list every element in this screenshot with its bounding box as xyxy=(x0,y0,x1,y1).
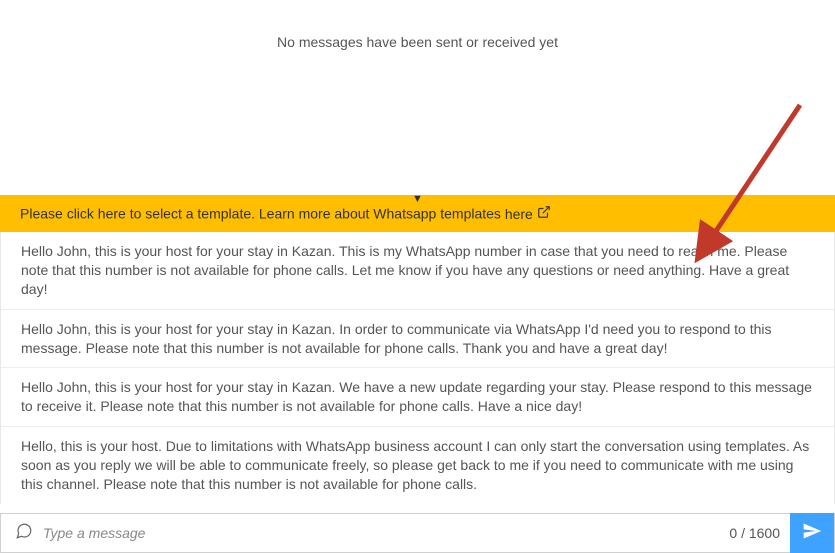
template-item[interactable]: Hello John, this is your host for your s… xyxy=(1,232,834,310)
send-button[interactable] xyxy=(790,513,834,553)
empty-message: No messages have been sent or received y… xyxy=(277,34,558,50)
send-icon xyxy=(802,521,822,544)
template-item[interactable]: Hello John, this is your host for your s… xyxy=(1,368,834,427)
learn-more-link[interactable]: here xyxy=(505,205,551,222)
learn-more-label: here xyxy=(505,206,533,222)
whatsapp-icon xyxy=(15,522,33,543)
template-item[interactable]: Hello, this is your host. Due to limitat… xyxy=(1,427,834,504)
template-banner[interactable]: ▼ Please click here to select a template… xyxy=(0,195,835,232)
empty-chat-area: No messages have been sent or received y… xyxy=(0,0,835,195)
message-input[interactable] xyxy=(43,525,729,541)
external-link-icon xyxy=(537,205,551,222)
chevron-down-icon: ▼ xyxy=(412,193,423,205)
char-count: 0 / 1600 xyxy=(729,525,780,541)
compose-bar: 0 / 1600 xyxy=(0,513,835,553)
banner-text: Please click here to select a template. … xyxy=(20,206,501,222)
template-item[interactable]: Hello John, this is your host for your s… xyxy=(1,310,834,369)
template-list: Hello John, this is your host for your s… xyxy=(0,232,835,504)
